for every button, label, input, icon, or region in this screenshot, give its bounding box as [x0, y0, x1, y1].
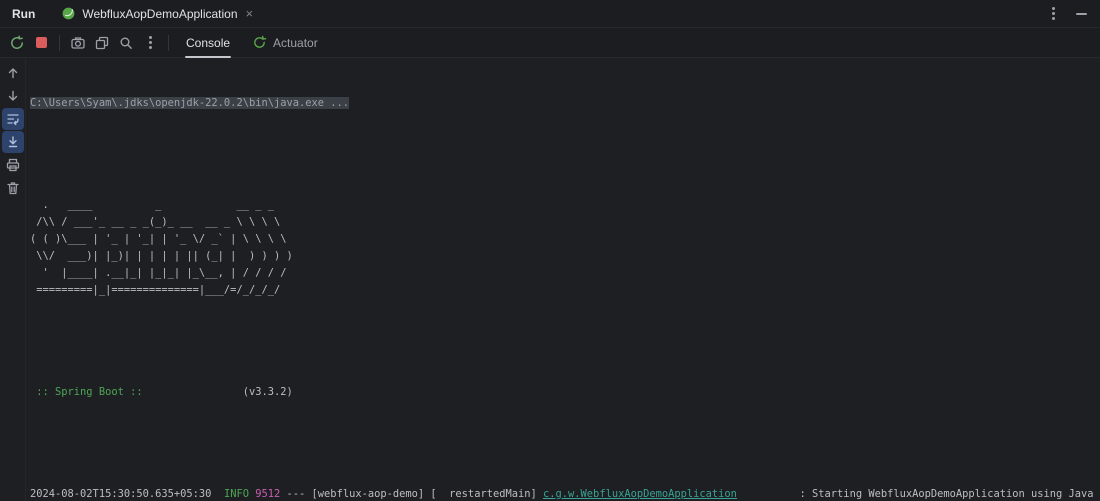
command-line: C:\Users\Syam\.jdks\openjdk-22.0.2\bin\j…: [30, 95, 1100, 112]
soft-wrap-button[interactable]: [2, 108, 24, 130]
log-level: INFO: [224, 488, 249, 500]
hide-panel-button[interactable]: [1070, 3, 1092, 25]
console-panel: C:\Users\Syam\.jdks\openjdk-22.0.2\bin\j…: [0, 58, 1100, 501]
run-panel-header: Run WebfluxAopDemoApplication ×: [0, 0, 1100, 28]
stop-button[interactable]: [30, 32, 52, 54]
toolbar-separator: [59, 35, 60, 51]
console-output: C:\Users\Syam\.jdks\openjdk-22.0.2\bin\j…: [30, 61, 1100, 501]
command-line-text[interactable]: C:\Users\Syam\.jdks\openjdk-22.0.2\bin\j…: [30, 97, 349, 109]
console-scroll-area[interactable]: C:\Users\Syam\.jdks\openjdk-22.0.2\bin\j…: [26, 58, 1100, 501]
arrow-down-icon: [5, 88, 21, 104]
trash-icon: [5, 180, 21, 196]
tab-actuator-label: Actuator: [273, 36, 318, 50]
spring-boot-label: :: Spring Boot ::: [36, 386, 142, 398]
rerun-icon: [9, 35, 25, 51]
scroll-to-end-button[interactable]: [2, 131, 24, 153]
tab-actuator[interactable]: Actuator: [242, 28, 328, 57]
tab-console[interactable]: Console: [176, 28, 240, 57]
spring-banner: . ____ _ __ _ _ /\\ / ___'_ __ _ _(_)_ _…: [30, 197, 1100, 299]
close-tab-icon[interactable]: ×: [246, 6, 254, 21]
log-pid: 9512: [255, 488, 280, 500]
tab-console-label: Console: [186, 36, 230, 50]
console-gutter: [0, 58, 26, 501]
up-stack-trace-button[interactable]: [2, 62, 24, 84]
toolbar-separator: [168, 35, 169, 51]
logger-link[interactable]: c.g.w.WebfluxAopDemoApplication: [543, 488, 737, 500]
down-stack-trace-button[interactable]: [2, 85, 24, 107]
run-tab-label: WebfluxAopDemoApplication: [82, 7, 237, 21]
search-console-button[interactable]: [115, 32, 137, 54]
scroll-to-end-icon: [5, 134, 21, 150]
run-config-tab[interactable]: WebfluxAopDemoApplication ×: [53, 0, 261, 27]
print-button[interactable]: [2, 154, 24, 176]
restore-layout-button[interactable]: [91, 32, 113, 54]
arrow-up-icon: [5, 65, 21, 81]
panel-options-button[interactable]: [1042, 3, 1064, 25]
print-icon: [5, 157, 21, 173]
run-toolbar: Console Actuator: [0, 28, 1100, 58]
log-timestamp: 2024-08-02T15:30:50.635+05:30: [30, 488, 211, 500]
soft-wrap-icon: [5, 111, 21, 127]
stop-icon: [36, 37, 47, 48]
kebab-menu-icon: [149, 41, 152, 44]
more-toolbar-options-button[interactable]: [139, 32, 161, 54]
thread-dump-button[interactable]: [67, 32, 89, 54]
rerun-button[interactable]: [6, 32, 28, 54]
spring-boot-icon: [61, 6, 76, 21]
actuator-icon: [252, 35, 267, 50]
log-line: 2024-08-02T15:30:50.635+05:30 INFO 9512 …: [30, 486, 1100, 501]
search-icon: [118, 35, 134, 51]
minimize-icon: [1076, 13, 1087, 15]
camera-icon: [70, 35, 86, 51]
layers-icon: [94, 35, 110, 51]
panel-title: Run: [12, 7, 35, 21]
log-lines: 2024-08-02T15:30:50.635+05:30 INFO 9512 …: [30, 486, 1100, 501]
spring-version-line: :: Spring Boot :: (v3.3.2): [30, 384, 1100, 401]
clear-all-button[interactable]: [2, 177, 24, 199]
spring-boot-version: (v3.3.2): [243, 386, 293, 398]
kebab-menu-icon: [1052, 12, 1055, 15]
